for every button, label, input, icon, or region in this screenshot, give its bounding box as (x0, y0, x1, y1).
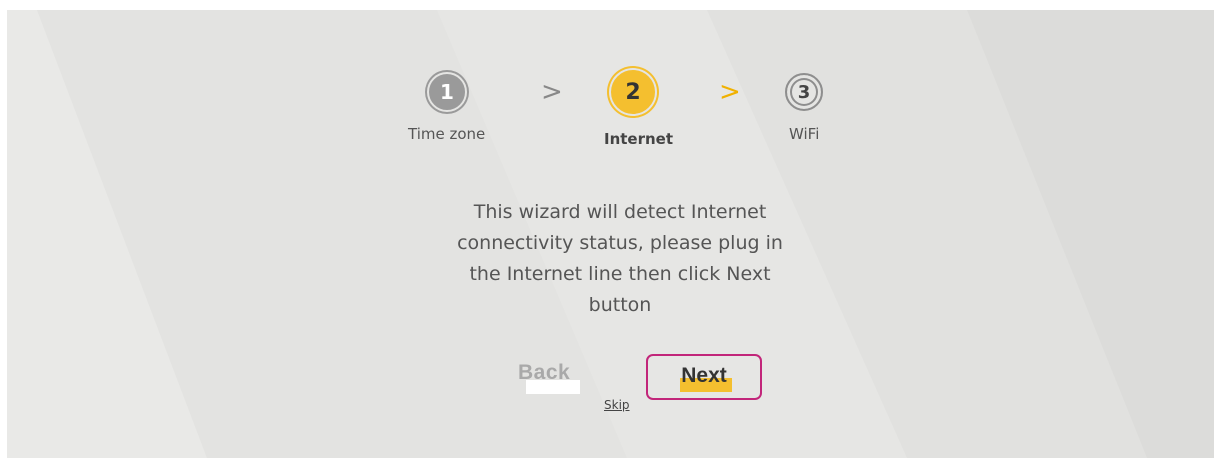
step-2-number: 2 (625, 79, 641, 105)
wizard-progress: 1 > 2 > 3 Time zone Internet WiFi (0, 0, 1221, 200)
step-3-indicator: 3 (785, 73, 823, 111)
back-button[interactable]: Back (514, 360, 584, 394)
step-3-number: 3 (797, 81, 811, 103)
next-button[interactable]: Next (646, 354, 762, 400)
step-1-label: Time zone (408, 125, 486, 143)
skip-link[interactable]: Skip (604, 398, 630, 412)
step-2-indicator: 2 (611, 70, 655, 114)
next-button-label: Next (681, 364, 727, 387)
step-separator-2: > (719, 77, 741, 107)
step-1-indicator: 1 (427, 72, 467, 112)
step-1-number: 1 (440, 80, 454, 104)
step-2-label: Internet (604, 130, 674, 148)
back-button-label: Back (518, 361, 571, 384)
wizard-message: This wizard will detect Internet connect… (457, 201, 783, 316)
step-3-label: WiFi (789, 125, 820, 143)
step-separator-1: > (541, 77, 563, 107)
